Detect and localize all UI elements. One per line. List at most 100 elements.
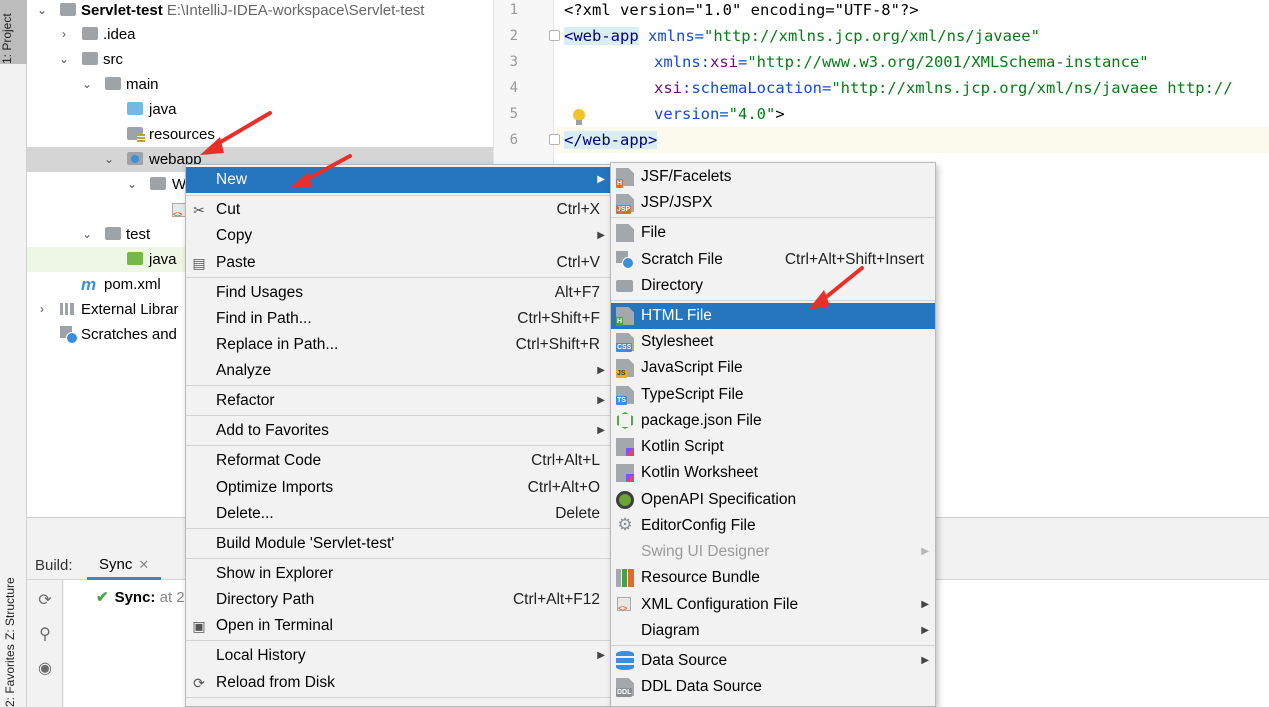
pin-icon[interactable]: ⚲ [36, 626, 54, 644]
menu-separator [611, 645, 935, 646]
menu-item-show-in-explorer[interactable]: Show in Explorer [186, 561, 611, 587]
xml-attr: xmlns: [654, 53, 710, 71]
menu-shortcut: Ctrl+Alt+L [531, 452, 600, 469]
eye-icon[interactable]: ◉ [36, 660, 54, 678]
new-javascript-file[interactable]: JS JavaScript File [611, 355, 935, 381]
menu-item-copy[interactable]: Copy ▶ [186, 223, 611, 249]
new-xml-config-file[interactable]: XML Configuration File ▶ [611, 592, 935, 622]
menu-item-open-in-terminal[interactable]: ▣ Open in Terminal [186, 613, 611, 639]
menu-label: Replace in Path... [216, 336, 339, 353]
new-swing-ui-designer[interactable]: Swing UI Designer ▶ [611, 539, 935, 565]
tree-label: java [149, 101, 177, 118]
tree-label: resources [149, 126, 215, 143]
new-editorconfig[interactable]: ⚙ EditorConfig File [611, 513, 935, 539]
chevron-right-icon[interactable]: › [57, 22, 71, 47]
menu-label: Kotlin Script [641, 438, 724, 455]
submenu-arrow-icon: ▶ [597, 174, 605, 185]
menu-item-refactor[interactable]: Refactor ▶ [186, 388, 611, 414]
menu-item-add-to-favorites[interactable]: Add to Favorites ▶ [186, 418, 611, 444]
new-stylesheet[interactable]: CSS Stylesheet [611, 329, 935, 355]
new-ddl-data-source[interactable]: DDL DDL Data Source [611, 674, 935, 700]
tree-row-java[interactable]: java [27, 97, 493, 122]
lightbulb-icon[interactable] [573, 109, 585, 125]
menu-item-paste[interactable]: ▤ Paste Ctrl+V [186, 250, 611, 276]
sync-status-line[interactable]: ✔ Sync: at 2 [96, 588, 185, 606]
menu-item-optimize-imports[interactable]: Optimize Imports Ctrl+Alt+O [186, 475, 611, 501]
xml-namespace: xsi [710, 53, 738, 71]
menu-item-find-usages[interactable]: Find Usages Alt+F7 [186, 280, 611, 306]
tree-row-root[interactable]: ⌄ Servlet-test E:\IntelliJ-IDEA-workspac… [27, 0, 493, 23]
chevron-down-icon[interactable]: ⌄ [35, 0, 49, 23]
new-directory[interactable]: Directory [611, 273, 935, 299]
scissors-icon: ✂ [193, 202, 205, 218]
menu-item-directory-path[interactable]: Directory Path Ctrl+Alt+F12 [186, 587, 611, 613]
line-number: 3 [509, 54, 518, 70]
new-file[interactable]: File [611, 220, 935, 246]
file-type-badge: CSS [616, 343, 633, 352]
chevron-down-icon[interactable]: ⌄ [125, 172, 139, 197]
line-number: 6 [509, 132, 518, 148]
tree-label: src [103, 51, 123, 68]
menu-label: Analyze [216, 362, 272, 379]
tree-row-resources[interactable]: resources [27, 122, 493, 147]
close-icon[interactable]: ✕ [138, 557, 149, 572]
refresh-icon[interactable]: ⟳ [36, 592, 54, 610]
new-diagram[interactable]: Diagram ▶ [611, 618, 935, 644]
menu-shortcut: Ctrl+Shift+R [515, 336, 600, 353]
chevron-down-icon[interactable]: ⌄ [80, 222, 94, 247]
project-tool-tab[interactable]: 1: Project [0, 0, 27, 64]
code-line-2: <web-app xmlns="http://xmlns.jcp.org/xml… [564, 26, 1040, 52]
menu-item-new[interactable]: New ▶ [186, 167, 611, 193]
resource-bundle-icon [616, 569, 634, 587]
menu-item-replace-in-path[interactable]: Replace in Path... Ctrl+Shift+R [186, 332, 611, 358]
new-jsp-jspx[interactable]: JSP JSP/JSPX [611, 190, 935, 216]
new-html-file[interactable]: H HTML File [611, 303, 935, 329]
menu-label: Paste [216, 254, 256, 271]
menu-item-find-in-path[interactable]: Find in Path... Ctrl+Shift+F [186, 306, 611, 332]
new-openapi-spec[interactable]: OpenAPI Specification [611, 487, 935, 513]
structure-tool-tab[interactable]: Z: Structure [3, 530, 23, 640]
new-jsf-facelets[interactable]: H JSF/Facelets [611, 164, 935, 190]
submenu-arrow-icon: ▶ [597, 425, 605, 436]
scratch-file-icon [616, 251, 634, 269]
menu-item-reload-from-disk[interactable]: ⟳ Reload from Disk [186, 670, 611, 696]
project-name: Servlet-test [81, 2, 163, 19]
new-package-json[interactable]: package.json File [611, 408, 935, 434]
xml-value: "4.0" [728, 105, 776, 123]
menu-label: Show in Explorer [216, 565, 334, 582]
menu-item-reformat-code[interactable]: Reformat Code Ctrl+Alt+L [186, 448, 611, 474]
scratches-icon [60, 326, 78, 344]
chevron-down-icon[interactable]: ⌄ [57, 47, 71, 72]
new-scratch-file[interactable]: Scratch File Ctrl+Alt+Shift+Insert [611, 247, 935, 273]
tab-sync[interactable]: Sync ✕ [87, 548, 162, 580]
favorites-tool-tab[interactable]: 2: Favorites [3, 644, 23, 707]
chevron-right-icon[interactable]: › [35, 297, 49, 322]
menu-item-analyze[interactable]: Analyze ▶ [186, 358, 611, 384]
menu-item-delete[interactable]: Delete... Delete [186, 501, 611, 527]
xml-value: "http://xmlns.jcp.org/xml/ns/javaee" [703, 27, 1040, 45]
tree-row-src[interactable]: ⌄ src [27, 47, 493, 72]
menu-separator [186, 385, 611, 386]
file-type-badge: JS [616, 369, 627, 378]
submenu-arrow-icon: ▶ [921, 599, 929, 610]
fold-marker-icon[interactable] [549, 134, 560, 145]
chevron-down-icon[interactable]: ⌄ [80, 72, 94, 97]
tree-row-main[interactable]: ⌄ main [27, 72, 493, 97]
fold-marker-icon[interactable] [549, 30, 560, 41]
new-typescript-file[interactable]: TS TypeScript File [611, 382, 935, 408]
tree-row-idea[interactable]: › .idea [27, 22, 493, 47]
xml-declaration: <?xml version="1.0" encoding="UTF-8"?> [564, 1, 919, 19]
new-resource-bundle[interactable]: Resource Bundle [611, 565, 935, 591]
new-kotlin-worksheet[interactable]: Kotlin Worksheet [611, 460, 935, 486]
menu-item-build-module[interactable]: Build Module 'Servlet-test' [186, 531, 611, 557]
menu-item-cut[interactable]: ✂ Cut Ctrl+X [186, 197, 611, 223]
menu-separator [186, 277, 611, 278]
chevron-down-icon[interactable]: ⌄ [102, 147, 116, 172]
project-path: E:\IntelliJ-IDEA-workspace\Servlet-test [166, 2, 425, 19]
menu-label: Cut [216, 201, 241, 218]
menu-item-local-history[interactable]: Local History ▶ [186, 643, 611, 669]
resources-folder-icon [127, 127, 145, 142]
new-data-source[interactable]: Data Source ▶ [611, 648, 935, 674]
menu-shortcut: Ctrl+Alt+F12 [512, 591, 600, 608]
new-kotlin-script[interactable]: Kotlin Script [611, 434, 935, 460]
